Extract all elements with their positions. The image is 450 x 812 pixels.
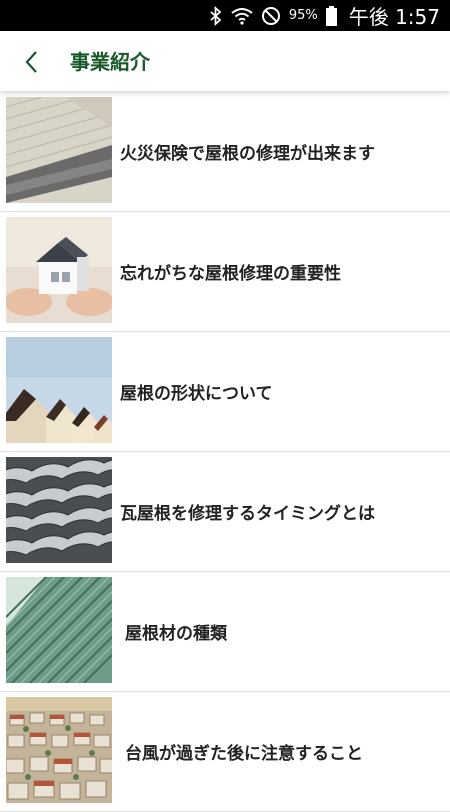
- app-header: 事業紹介: [0, 31, 450, 91]
- bluetooth-icon: [209, 5, 223, 26]
- list-item[interactable]: 火災保険で屋根の修理が出来ます: [0, 92, 450, 212]
- page-title: 事業紹介: [70, 50, 150, 74]
- list-item-label: 屋根の形状について: [120, 383, 273, 404]
- rooftops-row-image: [6, 337, 112, 443]
- chevron-left-icon: [18, 51, 46, 79]
- roof-siding-image: [6, 97, 112, 203]
- list-item[interactable]: 屋根の形状について: [0, 332, 450, 452]
- aerial-houses-image: [6, 697, 112, 803]
- roof-tiles-image: [6, 457, 112, 563]
- clock: 午後 1:57: [348, 5, 440, 29]
- list-item-label: 屋根材の種類: [125, 623, 227, 644]
- wifi-icon: [231, 7, 253, 25]
- status-bar: 95% 午後 1:57: [0, 0, 450, 31]
- battery-percent: 95%: [288, 8, 318, 23]
- list-item-label: 瓦屋根を修理するタイミングとは: [120, 503, 375, 524]
- article-list: 火災保険で屋根の修理が出来ます 忘れがちな屋根修理の重要性 屋根の形状について …: [0, 92, 450, 812]
- status-icons: 95% 午後 1:57: [209, 0, 440, 31]
- do-not-disturb-icon: [261, 6, 281, 26]
- list-item[interactable]: 屋根材の種類: [0, 572, 450, 692]
- list-item-label: 台風が過ぎた後に注意すること: [125, 743, 363, 764]
- list-item[interactable]: 瓦屋根を修理するタイミングとは: [0, 452, 450, 572]
- list-item-label: 火災保険で屋根の修理が出来ます: [120, 143, 375, 164]
- metal-roof-panels-image: [6, 577, 112, 683]
- back-button[interactable]: [18, 49, 46, 75]
- list-item-label: 忘れがちな屋根修理の重要性: [120, 263, 341, 284]
- battery-icon: [325, 5, 337, 26]
- list-item[interactable]: 忘れがちな屋根修理の重要性: [0, 212, 450, 332]
- list-item[interactable]: 台風が過ぎた後に注意すること: [0, 692, 450, 812]
- house-in-hands-image: [6, 217, 112, 323]
